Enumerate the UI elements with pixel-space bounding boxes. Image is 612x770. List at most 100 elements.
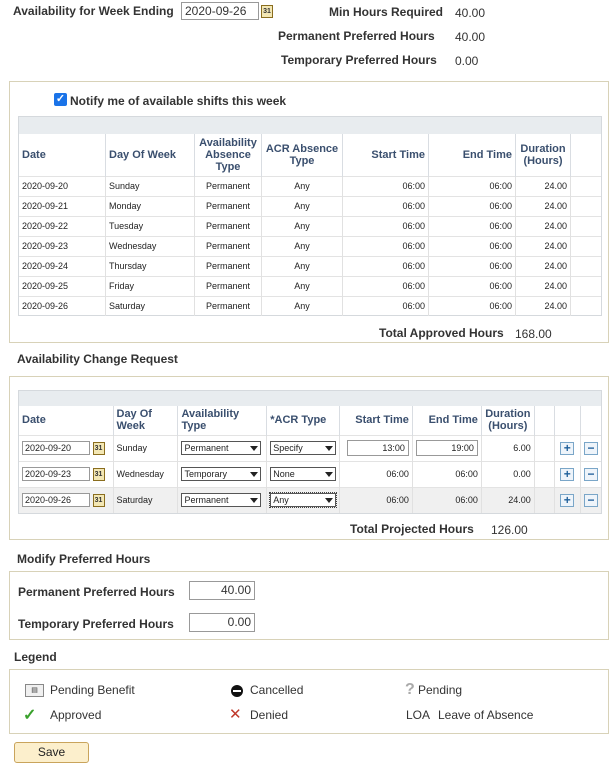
- cr-duration: 6.00: [480, 434, 535, 461]
- cancelled-icon: [231, 685, 243, 697]
- cr-acr-type-select[interactable]: Specify: [270, 441, 337, 455]
- minus-icon[interactable]: −: [584, 493, 598, 507]
- cr-col-blank: [533, 406, 555, 435]
- plus-icon[interactable]: +: [560, 441, 575, 455]
- calendar-icon[interactable]: 31: [261, 5, 273, 18]
- row-blank: [570, 235, 601, 256]
- week-ending-input[interactable]: 2020-09-26: [181, 2, 259, 20]
- row-day: Sunday: [105, 175, 195, 196]
- calendar-icon[interactable]: 31: [92, 441, 105, 455]
- plus-icon[interactable]: +: [560, 467, 575, 481]
- cr-blank: [533, 434, 555, 461]
- minus-icon[interactable]: −: [584, 441, 598, 455]
- cr-col-add: [553, 406, 581, 435]
- cr-acr-type-select[interactable]: None: [270, 467, 337, 481]
- cr-acr-type-cell: None: [266, 460, 340, 487]
- legend-title: Legend: [14, 650, 57, 664]
- cr-availability-type-select[interactable]: Permanent: [181, 441, 262, 455]
- change-request-row: 2020-09-23 31 Wednesday Temporary None 06:00…: [19, 460, 601, 487]
- availability-grid: Date Day Of Week Availability Absence Ty…: [18, 116, 602, 316]
- calendar-icon[interactable]: 31: [92, 467, 105, 481]
- cr-remove-cell: −: [580, 486, 601, 513]
- calendar-icon[interactable]: 31: [92, 493, 105, 507]
- row-acr-type: Any: [261, 235, 343, 256]
- chevron-down-icon: [325, 446, 334, 451]
- availability-row: 2020-09-26 Saturday Permanent Any 06:00 06:00…: [19, 295, 601, 316]
- checkmark-icon: ✓: [23, 707, 37, 724]
- chevron-down-icon: [250, 498, 259, 504]
- row-duration: 24.00: [515, 295, 571, 316]
- cr-availability-type-cell: Permanent: [177, 486, 267, 513]
- cr-acr-type-cell: Specify: [266, 434, 340, 461]
- row-start-time: 06:00: [342, 275, 429, 296]
- cr-remove-cell: −: [580, 434, 601, 461]
- modify-perm-input[interactable]: 40.00: [189, 581, 255, 600]
- cr-acr-type-value: None: [273, 469, 295, 479]
- row-date: 2020-09-25: [19, 275, 106, 296]
- col-duration: Duration (Hours): [515, 134, 571, 176]
- cr-acr-type-cell: Any: [266, 486, 340, 513]
- cr-duration: 24.00: [480, 486, 535, 513]
- row-day: Saturday: [105, 295, 195, 316]
- save-button[interactable]: Save: [14, 742, 89, 763]
- cr-col-acr-type: *ACR Type: [266, 406, 340, 435]
- col-end-time: End Time: [428, 134, 516, 176]
- x-icon: ✕: [229, 706, 242, 723]
- row-date: 2020-09-20: [19, 175, 106, 196]
- cr-availability-type-select[interactable]: Temporary: [181, 467, 262, 481]
- notify-checkbox[interactable]: ✓: [54, 93, 67, 106]
- plus-icon[interactable]: +: [560, 493, 575, 507]
- cr-acr-type-select[interactable]: Any: [269, 492, 338, 509]
- col-blank: [570, 134, 601, 176]
- cr-date-input[interactable]: 2020-09-23: [22, 467, 90, 481]
- cr-start-input[interactable]: 13:00: [346, 440, 409, 456]
- legend-loa-text: Leave of Absence: [438, 708, 534, 722]
- availability-row: 2020-09-21 Monday Permanent Any 06:00 06:00 24…: [19, 195, 601, 216]
- perm-pref-value: 40.00: [455, 30, 486, 44]
- cr-acr-type-value: Specify: [273, 443, 303, 453]
- cr-col-remove: [580, 406, 601, 435]
- change-request-row: 2020-09-26 31 Saturday Permanent Any 06:00 06…: [19, 486, 601, 513]
- grid-toolbar: [19, 117, 601, 134]
- row-date: 2020-09-22: [19, 215, 106, 236]
- chevron-down-icon: [325, 472, 334, 477]
- pending-benefit-icon: ▤: [25, 684, 44, 697]
- legend-loa-abbr: LOA: [406, 708, 431, 722]
- cr-availability-type-select[interactable]: Permanent: [181, 493, 262, 508]
- minus-icon[interactable]: −: [584, 467, 598, 481]
- change-request-grid: Date Day Of Week Availability Type *ACR …: [18, 390, 602, 514]
- row-end-time: 06:00: [428, 295, 516, 316]
- perm-pref-label: Permanent Preferred Hours: [278, 29, 435, 43]
- row-date: 2020-09-24: [19, 255, 106, 276]
- row-duration: 24.00: [515, 255, 571, 276]
- row-blank: [570, 255, 601, 276]
- row-end-time: 06:00: [428, 175, 516, 196]
- col-availability-type: Availability Absence Type: [194, 134, 262, 176]
- cr-day: Wednesday: [112, 460, 178, 487]
- cr-end-input[interactable]: 19:00: [415, 440, 478, 456]
- cr-col-date: Date: [22, 414, 46, 427]
- temp-pref-value: 0.00: [455, 54, 479, 68]
- min-hours-label: Min Hours Required: [329, 5, 444, 19]
- cr-blank: [533, 460, 555, 487]
- temp-pref-label: Temporary Preferred Hours: [281, 53, 437, 67]
- cr-availability-type-cell: Temporary: [177, 460, 267, 487]
- row-availability-type: Permanent: [194, 195, 262, 216]
- cr-date-input[interactable]: 2020-09-26: [22, 493, 90, 508]
- modify-temp-label: Temporary Preferred Hours: [18, 617, 174, 631]
- cr-day: Saturday: [112, 486, 178, 513]
- row-acr-type: Any: [261, 295, 343, 316]
- cr-add-cell: +: [553, 434, 581, 461]
- row-blank: [570, 195, 601, 216]
- cr-start: 06:00: [339, 486, 413, 513]
- legend-cancelled: Cancelled: [250, 683, 304, 697]
- cr-date-input[interactable]: 2020-09-20: [22, 441, 90, 455]
- row-availability-type: Permanent: [194, 275, 262, 296]
- row-day: Wednesday: [105, 235, 195, 256]
- row-availability-type: Permanent: [194, 235, 262, 256]
- availability-row: 2020-09-24 Thursday Permanent Any 06:00 06:00…: [19, 255, 601, 276]
- row-availability-type: Permanent: [194, 255, 262, 276]
- modify-temp-input[interactable]: 0.00: [189, 613, 255, 632]
- legend-pending-benefit: Pending Benefit: [50, 683, 135, 697]
- row-end-time: 06:00: [428, 195, 516, 216]
